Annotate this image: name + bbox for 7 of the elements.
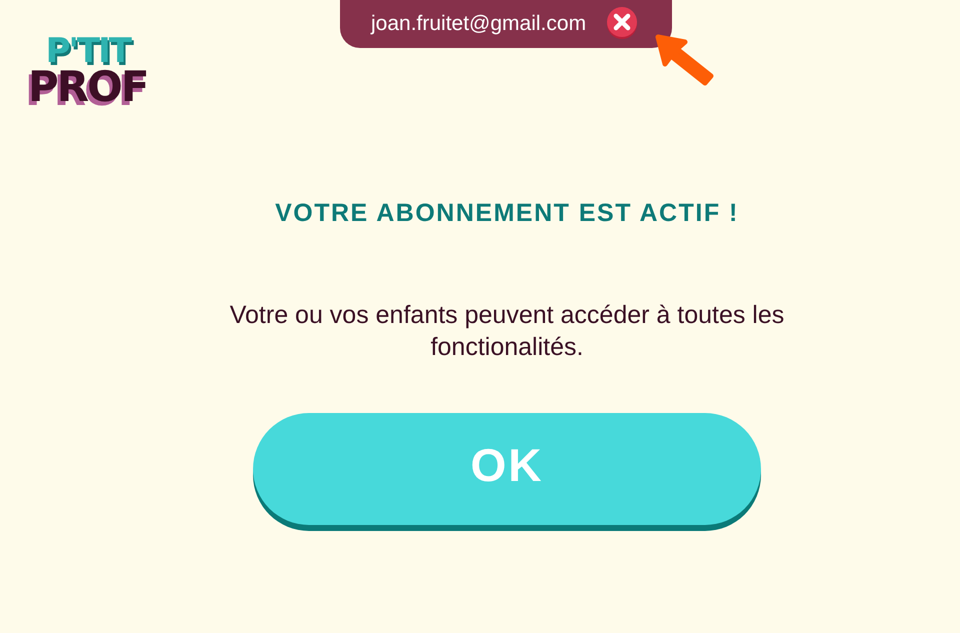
logo-text: PROF (28, 66, 148, 108)
ok-button[interactable]: OK (253, 412, 761, 524)
email-text: joan.fruitet@gmail.com (371, 11, 586, 38)
close-icon[interactable] (606, 7, 638, 39)
message-text: Votre ou vos enfants peuvent accéder à toutes les fonctionalités. (228, 300, 786, 362)
heading: VOTRE ABONNEMENT EST ACTIF ! (275, 198, 739, 229)
logo-text: P'TIT (46, 34, 130, 68)
